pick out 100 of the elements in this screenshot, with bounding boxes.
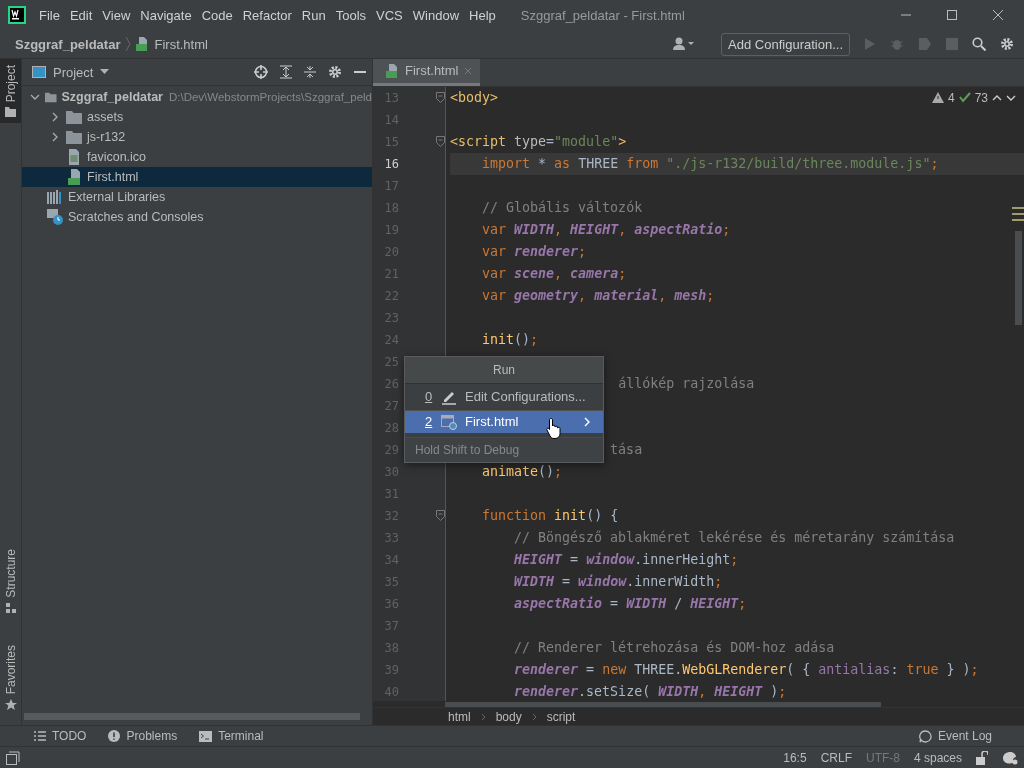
unlocked-padlock-icon[interactable] [976, 750, 988, 765]
caret-down-icon [100, 69, 110, 75]
tree-item[interactable]: External Libraries [22, 187, 372, 207]
menu-item[interactable]: File [34, 4, 65, 26]
image-file-icon [66, 149, 82, 165]
settings-icon[interactable] [1000, 37, 1014, 51]
menu-item[interactable]: Run [296, 4, 331, 26]
scrollbar-thumb[interactable] [24, 712, 360, 720]
line-number: 16 [383, 155, 399, 173]
code-line: renderer = new THREE.WebGLRenderer( { antialias: true } ); [514, 662, 979, 678]
tool-window-tab[interactable]: Structure [0, 542, 21, 619]
folder-icon [66, 110, 82, 124]
menu-item[interactable]: View [97, 4, 136, 26]
chevron-down-icon[interactable] [30, 92, 40, 102]
tree-item[interactable]: favicon.ico [22, 147, 372, 167]
code-line: init(); [482, 332, 539, 348]
window-icon [32, 66, 46, 78]
event-log-button[interactable]: Event Log [918, 729, 992, 743]
popup-title: Run [405, 356, 603, 384]
menu-item[interactable]: VCS [371, 4, 408, 26]
breadcrumb-item[interactable]: html [448, 709, 471, 724]
breadcrumb-separator-icon [531, 712, 537, 721]
breadcrumb-item[interactable]: script [546, 709, 576, 724]
tool-window-button[interactable]: TODO [34, 729, 87, 743]
terminal-icon [199, 730, 213, 742]
folder-icon [45, 90, 57, 104]
speech-bubble-icon [918, 729, 932, 743]
fold-marker-icon[interactable] [436, 92, 445, 104]
close-icon[interactable] [992, 9, 1004, 21]
tree-item-label: External Libraries [68, 190, 166, 204]
status-item[interactable]: 16:5 [783, 750, 807, 765]
folder-icon [5, 107, 16, 118]
code-line: renderer.setSize( WIDTH, HEIGHT ); [514, 684, 787, 700]
tool-window-button[interactable]: Problems [108, 729, 178, 743]
status-item[interactable]: 4 spaces [913, 750, 962, 765]
code-line: // Böngésző ablakméret lekérése és méretarány számítása [514, 530, 955, 546]
breadcrumb-item[interactable]: Szggraf_peldatar [12, 33, 124, 55]
locate-icon[interactable] [254, 65, 268, 79]
tree-item-label: Szggraf_peldatar [61, 90, 163, 104]
fold-marker-icon[interactable] [436, 136, 445, 148]
user-icon[interactable] [673, 37, 696, 51]
breadcrumb-item[interactable]: body [495, 709, 522, 724]
checkmark-icon [958, 92, 971, 104]
scrollbar-thumb[interactable] [445, 701, 881, 707]
settings-icon[interactable] [328, 65, 342, 79]
code-line: HEIGHT = window.innerHeight; [514, 552, 739, 568]
star-icon [4, 699, 17, 711]
tool-window-tab[interactable]: Favorites [0, 638, 21, 717]
menu-item[interactable]: Navigate [135, 4, 197, 26]
code-line: <body> [450, 90, 499, 106]
html-file-icon [66, 169, 82, 185]
tool-window-button[interactable]: Terminal [199, 729, 264, 743]
menu-item[interactable]: Window [407, 4, 465, 26]
check-count: 73 [974, 90, 988, 105]
expand-all-icon[interactable] [280, 65, 292, 79]
scratch-clock-icon [47, 209, 63, 225]
code-line: function init() { [482, 508, 619, 524]
app-logo-icon [8, 6, 26, 24]
panel-toggle-icon[interactable] [6, 750, 20, 765]
code-line: WIDTH = window.innerWidth; [514, 574, 723, 590]
maximize-icon[interactable] [946, 9, 958, 21]
menu-item[interactable]: Tools [330, 4, 372, 26]
tree-item-label: Scratches and Consoles [68, 210, 204, 224]
tree-item-label: First.html [87, 170, 139, 184]
menu-item[interactable]: Help [464, 4, 501, 26]
breadcrumb-separator-icon [125, 36, 132, 52]
tree-item-label: favicon.ico [87, 150, 147, 164]
menu-item[interactable]: Refactor [237, 4, 297, 26]
menu-item[interactable]: Code [196, 4, 238, 26]
editor-tab[interactable]: First.html [373, 59, 481, 86]
code-line: aspectRatio = WIDTH / HEIGHT; [514, 596, 747, 612]
menu-item[interactable]: Edit [64, 4, 98, 26]
project-path: D:\Dev\WebstormProjects\Szggraf_peld [168, 91, 372, 103]
add-configuration-button[interactable]: Add Configuration... [721, 32, 850, 56]
project-view-dropdown[interactable]: Project [32, 64, 110, 80]
popup-menu-item[interactable]: 2 First.html [405, 409, 603, 433]
html-file-icon [385, 63, 399, 78]
tree-item[interactable]: First.html [22, 167, 372, 187]
code-line: tása [610, 442, 643, 458]
collapse-all-icon[interactable] [304, 65, 316, 79]
code-line: állókép rajzolása [618, 376, 755, 392]
search-icon[interactable] [972, 37, 986, 51]
code-line: var renderer; [482, 244, 587, 260]
tree-item[interactable]: Szggraf_peldatar D:\Dev\WebstormProjects\Szggraf_peld [22, 87, 372, 107]
tool-window-tab[interactable]: Project [0, 59, 21, 124]
status-item[interactable]: CRLF [820, 750, 852, 765]
popup-menu-item[interactable]: 0 Edit Configurations... [405, 385, 603, 408]
code-line: // Globális változók [482, 200, 643, 216]
code-line: // Renderer létrehozása és DOM-hoz adása [514, 640, 835, 656]
exclamation-icon [108, 730, 121, 742]
breadcrumb-item[interactable]: First.html [133, 33, 211, 55]
warning-count: 4 [947, 90, 955, 105]
popup-hint: Hold Shift to Debug [405, 436, 603, 462]
tree-item[interactable]: js-r132 [22, 127, 372, 147]
scrollbar-thumb[interactable] [1015, 230, 1022, 325]
tree-item[interactable]: assets [22, 107, 372, 127]
tree-item-label: js-r132 [87, 130, 126, 144]
list-icon [34, 731, 46, 741]
tree-item[interactable]: Scratches and Consoles [22, 207, 372, 227]
fold-marker-icon[interactable] [436, 510, 445, 522]
